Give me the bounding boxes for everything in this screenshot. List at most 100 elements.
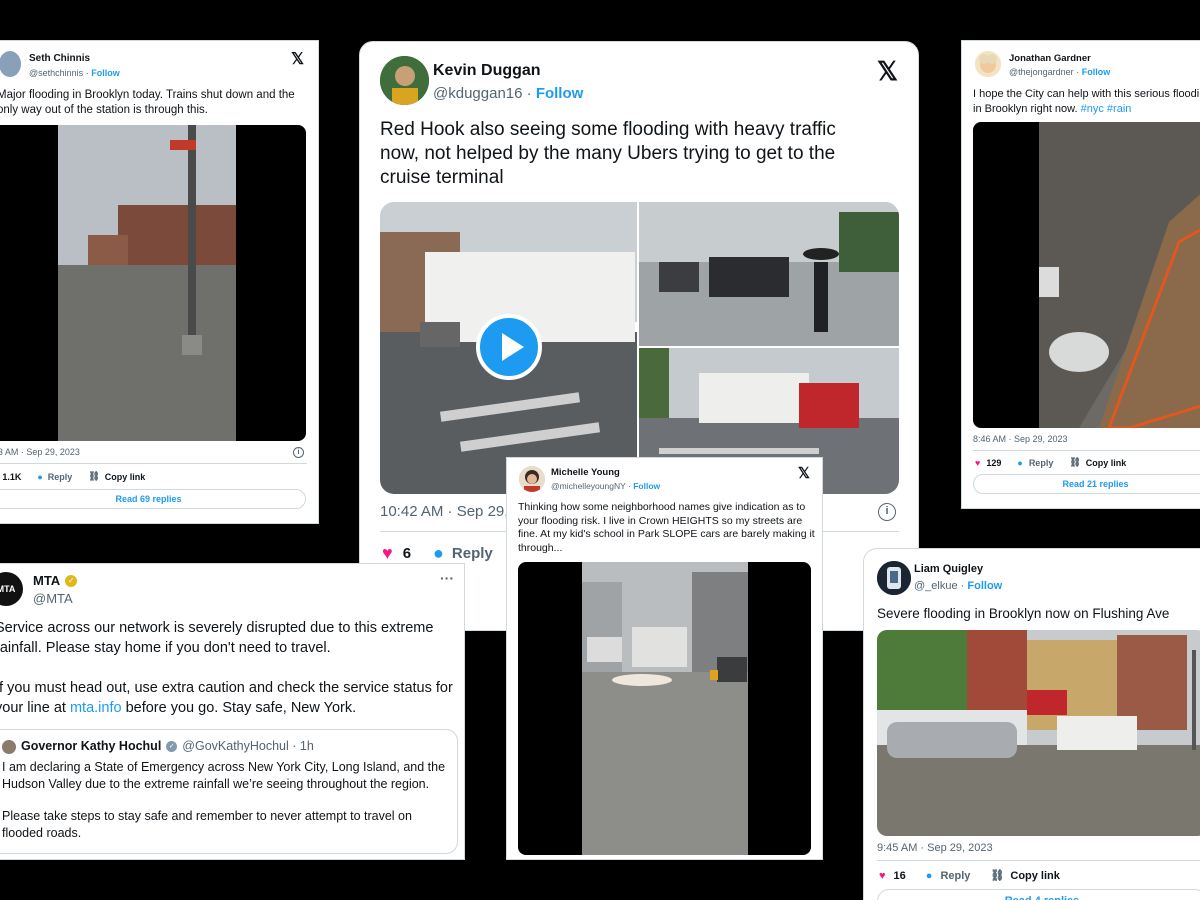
quote-author-name: Governor Kathy Hochul — [21, 739, 162, 753]
like-button[interactable]: ♥ 6 — [382, 543, 411, 564]
quote-paragraph-1: I am declaring a State of Emergency acro… — [2, 760, 446, 791]
action-bar: ♥1.1K ● Reply ⛓ Copy link — [0, 471, 145, 482]
hashtags[interactable]: #nyc #rain — [1081, 103, 1132, 115]
author-name[interactable]: Seth Chinnis — [29, 51, 120, 67]
copy-link-button[interactable]: ⛓ Copy link — [990, 869, 1060, 883]
info-icon[interactable]: i — [878, 503, 896, 521]
reply-bubble-icon: ● — [37, 471, 43, 482]
tweet-text: Severe flooding in Brooklyn now on Flush… — [877, 606, 1170, 621]
author-handle[interactable]: @MTA — [33, 590, 77, 608]
link-icon: ⛓ — [88, 471, 100, 481]
like-button[interactable]: ♥1.1K — [0, 472, 21, 482]
like-count: 1.1K — [2, 471, 22, 482]
follow-button[interactable]: Follow — [633, 481, 660, 491]
like-count: 16 — [893, 869, 906, 882]
more-icon[interactable]: ··· — [440, 570, 454, 586]
avatar[interactable]: MTA — [0, 572, 23, 606]
flooded-street-image — [58, 125, 236, 441]
timestamp[interactable]: 11:33 AM · Sep 29, 2023 — [0, 447, 239, 457]
dot-separator: · — [526, 85, 532, 102]
heart-icon: ♥ — [879, 869, 886, 882]
tweet-text: Thinking how some neighborhood names giv… — [518, 501, 815, 554]
tweet-text: Major flooding in Brooklyn today. Trains… — [0, 89, 295, 116]
timestamp[interactable]: 9:45 AM · Sep 29, 2023 — [877, 842, 993, 854]
quote-avatar — [2, 739, 16, 754]
read-replies-button[interactable]: Read 69 replies — [0, 489, 306, 509]
author-name[interactable]: MTA — [33, 572, 60, 590]
avatar[interactable] — [380, 56, 429, 105]
reply-button[interactable]: ● Reply — [1017, 458, 1053, 468]
mta-logo: MTA — [0, 584, 16, 594]
avatar[interactable] — [975, 51, 1001, 77]
action-bar: ♥ 6 ● Reply — [382, 543, 493, 564]
heart-icon: ♥ — [975, 457, 981, 468]
follow-button[interactable]: Follow — [1082, 67, 1111, 77]
author-handle[interactable]: @kduggan16 — [433, 85, 522, 102]
author-handle[interactable]: @michelleyoungNY — [551, 481, 626, 491]
mta-info-link[interactable]: mta.info — [70, 700, 122, 716]
tweet-paragraph-2: If you must head out, use extra caution … — [0, 678, 453, 718]
author-name[interactable]: Kevin Duggan — [433, 59, 583, 83]
dot-separator: · — [628, 481, 631, 491]
quote-author-handle: @GovKathyHochul · 1h — [182, 739, 314, 753]
avatar[interactable] — [519, 466, 545, 492]
author-name[interactable]: Michelle Young — [551, 466, 660, 480]
reply-bubble-icon: ● — [925, 869, 933, 882]
divider — [877, 860, 1200, 861]
reply-bubble-icon: ● — [1017, 457, 1023, 468]
follow-button[interactable]: Follow — [967, 580, 1002, 592]
flushing-ave-flood-image — [877, 630, 1200, 836]
x-logo-icon[interactable]: 𝕏 — [798, 464, 810, 482]
author-name[interactable]: Liam Quigley — [914, 561, 1002, 578]
tweet-video[interactable] — [518, 562, 811, 855]
dot-separator: · — [960, 580, 965, 592]
copy-link-label: Copy link — [1010, 869, 1060, 882]
avatar[interactable] — [0, 51, 21, 77]
dot-separator: · — [85, 68, 89, 78]
author-handle[interactable]: @thejongardner — [1009, 67, 1074, 77]
copy-link-button[interactable]: ⛓ Copy link — [88, 471, 145, 482]
author-name[interactable]: Jonathan Gardner — [1009, 51, 1110, 66]
avatar-photo — [519, 466, 545, 492]
like-button[interactable]: ♥ 129 — [975, 458, 1001, 468]
reply-button[interactable]: ● Reply — [926, 870, 971, 882]
avatar[interactable] — [877, 561, 911, 595]
author-handle[interactable]: @sethchinnis — [29, 68, 83, 78]
tweet-image[interactable] — [877, 630, 1200, 836]
tweet-card-michelle: Michelle Young @michelleyoungNY · Follow… — [506, 457, 823, 860]
timestamp[interactable]: 8:46 AM · Sep 29, 2023 — [973, 434, 1068, 444]
tweet-card-seth: Seth Chinnis @sethchinnis · Follow 𝕏 Maj… — [0, 40, 319, 524]
x-logo-icon[interactable]: 𝕏 — [877, 56, 898, 87]
verified-badge-icon: ✓ — [166, 741, 178, 752]
x-logo-icon[interactable]: 𝕏 — [291, 49, 304, 69]
reply-label: Reply — [940, 869, 971, 882]
author-handle[interactable]: @_elkue — [914, 580, 958, 592]
street-umbrella-image[interactable] — [639, 202, 899, 346]
verified-badge-icon: ✓ — [65, 575, 78, 587]
flooded-school-street-image — [582, 562, 748, 855]
copy-link-label: Copy link — [1085, 457, 1127, 468]
like-count: 129 — [986, 457, 1002, 468]
action-bar: ♥ 129 ● Reply ⛓ Copy link — [975, 457, 1126, 468]
action-bar: ♥ 16 ● Reply ⛓ Copy link — [879, 869, 1060, 883]
read-replies-button[interactable]: Read 21 replies — [973, 474, 1200, 494]
heart-icon: ♥ — [382, 543, 393, 563]
quote-tweet[interactable]: Governor Kathy Hochul ✓ @GovKathyHochul … — [0, 729, 458, 854]
play-icon[interactable] — [476, 314, 542, 380]
tweet-video[interactable] — [973, 122, 1200, 428]
avatar-photo — [975, 51, 1001, 77]
info-icon[interactable]: i — [293, 447, 304, 458]
reply-button[interactable]: ● Reply — [433, 543, 493, 564]
reply-bubble-icon: ● — [433, 543, 444, 563]
tweet-video[interactable] — [0, 125, 306, 441]
reply-label: Reply — [1028, 457, 1054, 468]
like-button[interactable]: ♥ 16 — [879, 870, 906, 882]
paragraph-text-end: before you go. Stay safe, New York. — [121, 700, 357, 716]
follow-button[interactable]: Follow — [536, 85, 584, 102]
copy-link-button[interactable]: ⛓ Copy link — [1069, 457, 1126, 468]
tweet-card-mta: MTA MTA ✓ @MTA ··· Service across our net… — [0, 563, 465, 860]
reply-button[interactable]: ● Reply — [37, 472, 72, 482]
read-replies-button[interactable]: Read 4 replies — [877, 889, 1200, 900]
follow-button[interactable]: Follow — [91, 68, 120, 78]
reply-label: Reply — [451, 545, 493, 562]
